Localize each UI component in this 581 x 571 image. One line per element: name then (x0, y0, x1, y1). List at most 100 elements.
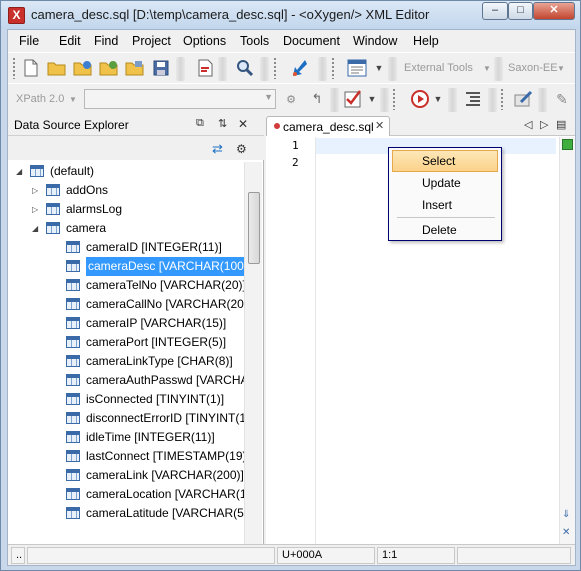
chevron-down-icon[interactable]: ▼ (264, 92, 273, 102)
toolbar-grip[interactable] (500, 88, 504, 110)
toolbar-separator (494, 57, 503, 81)
chevron-down-icon[interactable]: ▼ (366, 88, 378, 110)
pin-panel-icon[interactable]: ⇅ (218, 117, 227, 130)
menu-project[interactable]: Project (132, 34, 171, 48)
tree-expanded-icon[interactable]: ◢ (32, 219, 38, 238)
menu-find[interactable]: Find (94, 34, 118, 48)
menu-tools[interactable]: Tools (240, 34, 269, 48)
xpath-input[interactable]: ▼ (84, 89, 276, 109)
explorer-scrollbar[interactable] (244, 162, 262, 544)
toolbar-grip[interactable] (12, 57, 16, 79)
layout-view-icon[interactable] (346, 57, 368, 79)
edit-tag-icon[interactable] (513, 88, 535, 110)
editor-scrollbar[interactable]: ⇓ ✕ (559, 137, 575, 544)
tree-column-node[interactable]: cameraLinkType [CHAR(8)] (8, 352, 244, 371)
menu-help[interactable]: Help (413, 34, 439, 48)
pin-icon[interactable]: ✎ (551, 88, 573, 110)
tree-table-node[interactable]: ◢ (default) (8, 162, 244, 181)
tree-column-node[interactable]: cameraCallNo [VARCHAR(20)] (8, 295, 244, 314)
tree-column-node[interactable]: cameraIP [VARCHAR(15)] (8, 314, 244, 333)
close-tab-icon[interactable]: ✕ (375, 119, 384, 132)
tree-table-node[interactable]: ▷ addOns (8, 181, 244, 200)
minimize-button[interactable]: – (482, 2, 508, 20)
tree-column-node[interactable]: cameraAuthPasswd [VARCHAR( (8, 371, 244, 390)
menu-edit[interactable]: Edit (59, 34, 81, 48)
context-menu: Select Update Insert Delete (388, 147, 502, 241)
menu-document[interactable]: Document (283, 34, 340, 48)
tree-collapsed-icon[interactable]: ▷ (32, 200, 38, 219)
chevron-down-icon[interactable]: ▼ (556, 57, 566, 79)
tree-column-node[interactable]: cameraID [INTEGER(11)] (8, 238, 244, 257)
menu-item-update[interactable]: Update (392, 172, 498, 194)
settings-gear-icon[interactable]: ⚙ (236, 142, 247, 156)
chevron-down-icon[interactable]: ▼ (432, 88, 444, 110)
tree-column-node[interactable]: idleTime [INTEGER(11)] (8, 428, 244, 447)
chevron-down-icon[interactable]: ▼ (68, 88, 78, 110)
chevron-down-icon[interactable]: ▼ (372, 57, 386, 79)
open-project-icon[interactable] (124, 57, 146, 79)
tree-column-node[interactable]: cameraLatitude [VARCHAR(50)] (8, 504, 244, 523)
tree-column-node[interactable]: cameraPort [INTEGER(5)] (8, 333, 244, 352)
menu-options[interactable]: Options (183, 34, 226, 48)
collapse-icon[interactable]: ✕ (562, 527, 570, 538)
prev-tab-icon[interactable]: ◁ (524, 118, 532, 131)
refresh-connections-icon[interactable]: ⇄ (212, 141, 223, 157)
tree-node-label: cameraLocation [VARCHAR(100) (86, 487, 244, 501)
toolbar-separator (330, 88, 339, 112)
menu-item-select[interactable]: Select (392, 150, 498, 172)
go-to-icon[interactable] (290, 57, 312, 79)
find-icon[interactable] (234, 57, 256, 79)
column-icon (66, 317, 80, 329)
open-folder-icon[interactable] (46, 57, 68, 79)
transform-run-icon[interactable] (409, 88, 431, 110)
column-icon (66, 412, 80, 424)
chevron-down-icon[interactable]: ▼ (482, 57, 492, 79)
back-arrow-icon[interactable]: ↰ (306, 88, 328, 110)
scrollbar-thumb[interactable] (248, 192, 260, 264)
tree-expanded-icon[interactable]: ◢ (16, 162, 22, 181)
toolbar-grip[interactable] (392, 88, 396, 110)
close-button[interactable]: ✕ (533, 2, 575, 20)
tree-column-node[interactable]: cameraLink [VARCHAR(200)] (8, 466, 244, 485)
format-indent-icon[interactable] (462, 88, 484, 110)
save-icon[interactable] (150, 57, 172, 79)
menu-item-insert[interactable]: Insert (392, 194, 498, 216)
open-url-icon[interactable] (72, 57, 94, 79)
xpath-version-label[interactable]: XPath 2.0 (16, 93, 64, 105)
tree-table-node[interactable]: ◢ camera (8, 219, 244, 238)
tree-column-node[interactable]: cameraLocation [VARCHAR(100) (8, 485, 244, 504)
xpath-settings-icon[interactable]: ⚙ (280, 88, 302, 110)
tree-column-node[interactable]: cameraDesc [VARCHAR(100)] (8, 257, 244, 276)
tree-table-node[interactable]: ▷ alarmsLog (8, 200, 244, 219)
scroll-down-icon[interactable]: ⇓ (562, 509, 570, 520)
saxon-label[interactable]: Saxon-EE (508, 62, 558, 74)
toolbar-grip[interactable] (273, 57, 277, 79)
column-icon (66, 393, 80, 405)
tab-list-icon[interactable]: ▤ (556, 118, 566, 131)
tree-column-node[interactable]: disconnectErrorID [TINYINT(1)] (8, 409, 244, 428)
tree-node-label: cameraDesc [VARCHAR(100)] (86, 257, 244, 276)
menu-item-delete[interactable]: Delete (392, 219, 498, 241)
pdf-export-icon[interactable] (194, 57, 216, 79)
tree-node-label: lastConnect [TIMESTAMP(19)] (86, 449, 244, 463)
tree-column-node[interactable]: lastConnect [TIMESTAMP(19)] (8, 447, 244, 466)
tab-camera-desc[interactable]: camera_desc.sql ✕ (266, 116, 390, 136)
open-ftp-icon[interactable] (98, 57, 120, 79)
title-bar: X camera_desc.sql [D:\temp\camera_desc.s… (1, 1, 580, 29)
menu-file[interactable]: File (19, 34, 39, 48)
next-tab-icon[interactable]: ▷ (540, 118, 548, 131)
menu-window[interactable]: Window (353, 34, 397, 48)
tree-collapsed-icon[interactable]: ▷ (32, 181, 38, 200)
toolbar-separator (176, 57, 185, 81)
maximize-button[interactable]: □ (508, 2, 533, 20)
restore-panel-icon[interactable]: ⧉ (196, 117, 204, 130)
column-icon (66, 336, 80, 348)
toolbar-grip[interactable] (331, 57, 335, 79)
validate-icon[interactable] (342, 88, 364, 110)
toolbar-separator (260, 57, 269, 81)
close-panel-icon[interactable]: ✕ (238, 117, 248, 131)
tree-column-node[interactable]: cameraTelNo [VARCHAR(20)] (8, 276, 244, 295)
new-document-icon[interactable] (20, 57, 42, 79)
tree-column-node[interactable]: isConnected [TINYINT(1)] (8, 390, 244, 409)
external-tools-label[interactable]: External Tools (404, 62, 473, 74)
